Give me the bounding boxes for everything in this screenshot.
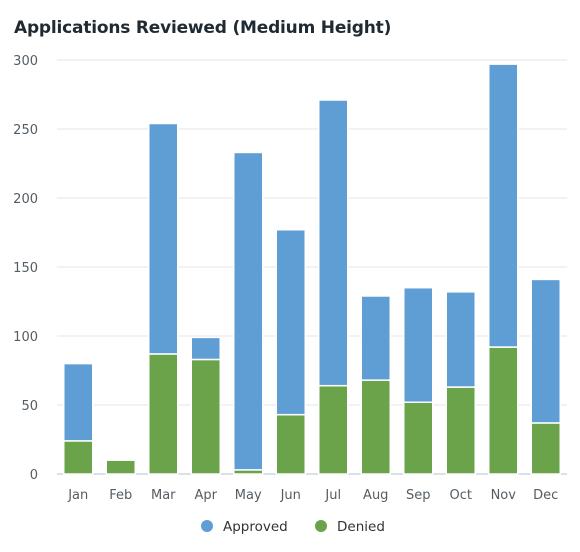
legend-label-denied: Denied (337, 519, 385, 535)
legend-label-approved: Approved (223, 519, 288, 535)
bar-denied-feb (105, 459, 136, 475)
y-tick-label: 250 (13, 123, 38, 138)
bar-approved-apr (190, 336, 221, 361)
bar-approved-sep (403, 286, 434, 403)
x-tick-label: Sep (406, 488, 431, 503)
bar-denied-aug (360, 379, 391, 475)
bar-denied-mar (148, 353, 179, 475)
bar-approved-aug (360, 295, 391, 381)
legend-marker-approved (201, 520, 213, 532)
bar-approved-jan (63, 362, 94, 442)
x-tick-label: Dec (533, 488, 558, 503)
x-tick-label: Jul (324, 488, 341, 503)
bar-denied-jul (318, 384, 349, 475)
x-tick-label: Mar (151, 488, 176, 503)
bar-approved-nov (488, 63, 519, 348)
x-tick-label: Nov (491, 488, 517, 503)
x-tick-label: Apr (195, 488, 218, 503)
bar-denied-dec (530, 422, 561, 475)
y-tick-label: 0 (30, 468, 38, 483)
bar-denied-apr (190, 358, 221, 475)
bar-approved-oct (445, 291, 476, 388)
x-tick-label: Jan (67, 488, 88, 503)
bar-approved-jul (318, 99, 349, 387)
bar-denied-oct (445, 386, 476, 475)
x-tick-label: Feb (109, 488, 132, 503)
x-tick-label: Aug (363, 488, 388, 503)
y-tick-label: 300 (13, 54, 38, 69)
bar-approved-may (233, 151, 264, 471)
y-tick-label: 50 (21, 399, 38, 414)
stacked-bar-chart: 0 50 100 150 200 250 300 Jan Feb Mar Apr May Jun Jul A… (13, 54, 567, 535)
bar-denied-sep (403, 401, 434, 475)
bar-denied-jan (63, 440, 94, 475)
bar-approved-mar (148, 122, 179, 355)
y-tick-label: 150 (13, 261, 38, 276)
x-tick-label: May (235, 488, 262, 503)
x-tick-label: Jun (280, 488, 301, 503)
bar-denied-nov (488, 346, 519, 475)
legend-marker-denied (315, 520, 327, 532)
y-tick-label: 200 (13, 192, 38, 207)
bar-approved-dec (530, 278, 561, 424)
bar-approved-jun (275, 228, 306, 416)
bar-denied-jun (275, 413, 306, 475)
y-tick-label: 100 (13, 330, 38, 345)
x-tick-label: Oct (450, 488, 472, 503)
